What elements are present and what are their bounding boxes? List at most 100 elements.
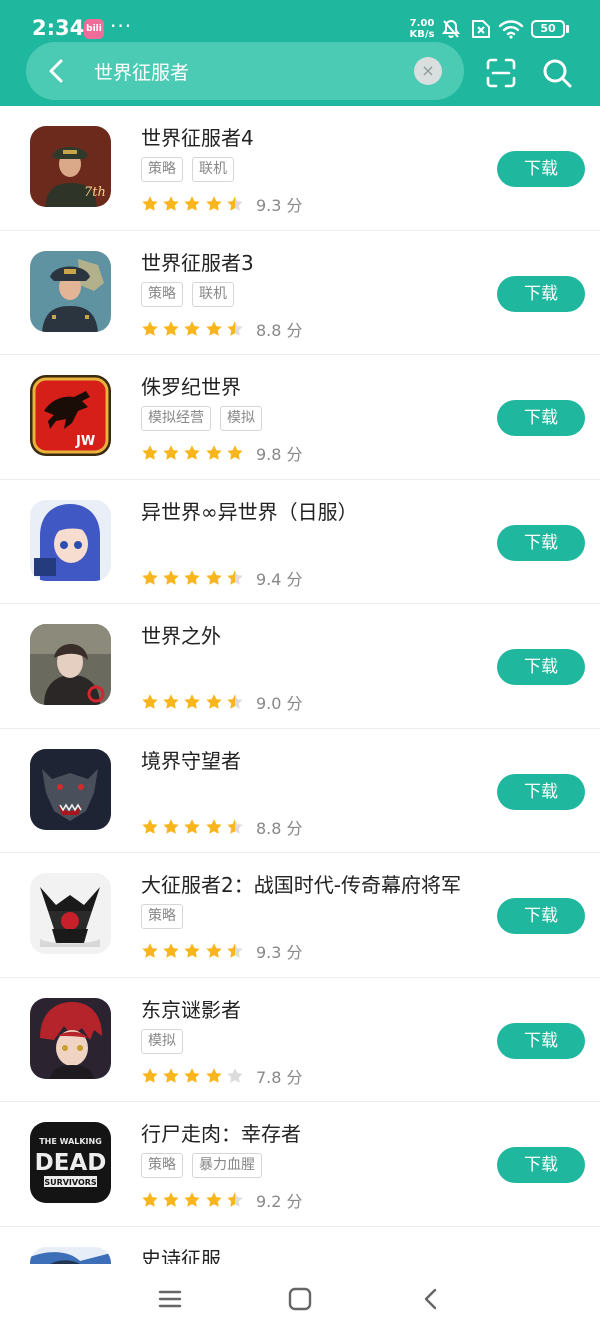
anime-man-icon[interactable]	[30, 624, 111, 705]
app-rating: 7.8 分	[141, 1064, 303, 1087]
scan-icon[interactable]	[484, 56, 518, 90]
anime-girl-icon[interactable]	[30, 499, 111, 581]
app-name[interactable]: 东京谜影者	[141, 994, 241, 1023]
app-rating: 9.0 分	[141, 690, 303, 713]
rating-star-icon	[163, 569, 179, 585]
general-portrait-7th-icon[interactable]: 7th	[30, 126, 111, 207]
icon-text-walking: THE WALKING	[39, 1137, 102, 1146]
rating-star-icon	[142, 320, 158, 336]
rating-score-unit: 分	[286, 1067, 303, 1087]
rating-star-icon	[163, 196, 179, 211]
app-screen: 2:34 bili ··· 7.00 KB/s 50 世界征服者 × 7th 世…	[0, 0, 600, 1334]
app-tags: 策略	[141, 904, 192, 930]
app-rating: 9.3 分	[141, 939, 303, 962]
download-button[interactable]: 下载	[497, 773, 585, 810]
app-name[interactable]: 世界之外	[141, 620, 221, 649]
app-name[interactable]: 异世界∞异世界（日服）	[141, 496, 358, 525]
search-icon[interactable]	[540, 56, 574, 90]
app-name[interactable]: 史诗征服	[141, 1243, 221, 1265]
rating-star-icon	[205, 943, 222, 958]
app-list-item[interactable]: 境界守望者 8.8 分 下载	[0, 729, 600, 853]
rating-star-icon	[184, 196, 201, 211]
rating-star-icon	[184, 943, 201, 958]
app-name[interactable]: 行尸走肉：幸存者	[141, 1118, 301, 1147]
app-name[interactable]: 世界征服者4	[141, 122, 254, 151]
home-icon[interactable]	[287, 1286, 313, 1312]
app-list-item[interactable]: 东京谜影者 模拟 7.8 分 下载	[0, 978, 600, 1102]
icon-text-jw: JW	[75, 434, 95, 449]
search-bar[interactable]: 世界征服者 ×	[26, 42, 464, 100]
system-nav-bar	[0, 1264, 600, 1334]
rating-score-unit: 分	[286, 320, 303, 340]
app-name[interactable]: 世界征服者3	[141, 247, 254, 276]
clear-search-button[interactable]: ×	[414, 57, 442, 85]
app-list-item[interactable]: 世界征服者3 策略 联机 8.8 分 下载	[0, 231, 600, 355]
general-map-icon[interactable]	[30, 250, 111, 332]
jw-dinosaur-icon[interactable]: JW	[30, 375, 111, 456]
battery-level: 50	[540, 22, 556, 35]
rating-star-icon	[184, 1192, 201, 1207]
rating-star-icon	[184, 694, 201, 709]
rating-star-icon	[205, 1192, 222, 1207]
search-input[interactable]: 世界征服者	[94, 58, 189, 85]
app-list-item[interactable]: THE WALKING DEAD SURVIVORS 行尸走肉：幸存者 策略 暴力血腥 9.…	[0, 1102, 600, 1227]
back-arrow-icon[interactable]	[40, 54, 74, 88]
download-button[interactable]: 下载	[497, 524, 585, 561]
rating-score: 9.3 分	[256, 939, 303, 963]
red-hair-man-icon[interactable]	[30, 997, 111, 1079]
wifi-icon	[498, 20, 524, 39]
rating-score: 7.8 分	[256, 1064, 303, 1088]
rating-star-icon	[205, 694, 222, 709]
app-name[interactable]: 侏罗纪世界	[141, 371, 241, 400]
rating-star-icon	[205, 569, 222, 585]
rating-star-icon	[142, 445, 158, 460]
app-tag: 暴力血腥	[192, 1153, 262, 1178]
app-name[interactable]: 境界守望者	[141, 745, 241, 774]
rating-star-icon	[163, 694, 179, 709]
app-list-item[interactable]: JW 侏罗纪世界 模拟经营 模拟 9.8 分 下载	[0, 355, 600, 480]
download-button[interactable]: 下载	[497, 1022, 585, 1059]
walking-dead-icon[interactable]: THE WALKING DEAD SURVIVORS	[30, 1122, 111, 1203]
app-list-item[interactable]: 大征服者2：战国时代-传奇幕府将军 策略 9.3 分 下载	[0, 853, 600, 978]
rating-score: 8.8 分	[256, 815, 303, 839]
network-speed-unit: KB/s	[409, 29, 435, 40]
app-rating: 8.8 分	[141, 815, 303, 838]
download-button[interactable]: 下载	[497, 400, 585, 436]
icon-text-7th: 7th	[84, 185, 106, 200]
app-tag: 模拟经营	[141, 406, 211, 431]
app-list-item[interactable]: 史诗征服	[0, 1227, 600, 1265]
rating-star-icon	[142, 196, 158, 211]
app-list-item[interactable]: 异世界∞异世界（日服） 9.4 分 下载	[0, 480, 600, 604]
app-list-item[interactable]: 7th 世界征服者4 策略 联机 9.3 分 下载	[0, 106, 600, 231]
app-rating: 9.8 分	[141, 441, 303, 464]
download-button[interactable]: 下载	[497, 1147, 585, 1183]
rating-star-icon	[205, 320, 222, 336]
app-list-item[interactable]: 世界之外 9.0 分 下载	[0, 604, 600, 729]
download-button[interactable]: 下载	[497, 275, 585, 312]
rating-star-icon	[227, 943, 243, 958]
more-notifications-icon: ···	[110, 14, 133, 38]
werewolf-icon[interactable]	[30, 748, 111, 830]
app-name[interactable]: 大征服者2：战国时代-传奇幕府将军	[141, 869, 461, 898]
rating-score-unit: 分	[286, 196, 303, 215]
rating-score: 8.8 分	[256, 317, 303, 341]
rating-star-icon	[184, 320, 201, 336]
rating-score-value: 8.8	[255, 320, 282, 340]
rating-score: 9.8 分	[256, 441, 303, 465]
download-button[interactable]: 下载	[497, 151, 585, 187]
epic-conquest-icon[interactable]	[30, 1246, 111, 1264]
search-result-list[interactable]: 7th 世界征服者4 策略 联机 9.3 分下载 世界征服者3 策略 联机 8.8 分下载 JW 侏…	[0, 106, 600, 1264]
rating-star-icon	[142, 569, 158, 585]
rating-star-icon	[163, 1192, 179, 1207]
status-bar: 2:34 bili ··· 7.00 KB/s 50	[0, 0, 600, 42]
download-button[interactable]: 下载	[497, 898, 585, 934]
rating-star-icon	[227, 445, 243, 460]
menu-icon[interactable]	[157, 1286, 183, 1312]
back-nav-icon[interactable]	[419, 1286, 445, 1312]
download-button[interactable]: 下载	[497, 649, 585, 685]
app-tag: 策略	[141, 157, 183, 182]
rating-score-value: 9.2	[255, 1192, 282, 1211]
rating-score-unit: 分	[286, 1192, 303, 1211]
samurai-helmet-icon[interactable]	[30, 873, 111, 954]
rating-star-icon	[142, 943, 158, 958]
